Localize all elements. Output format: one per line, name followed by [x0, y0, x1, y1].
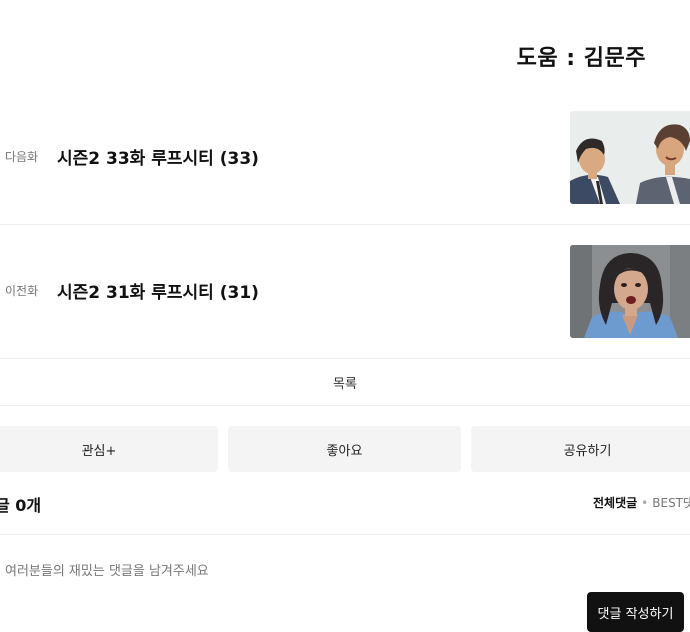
favorite-button[interactable]: 관심+ — [0, 426, 218, 472]
episode-list-label: 목록 — [333, 377, 357, 392]
episode-list-button[interactable]: 목록 — [0, 359, 690, 406]
comment-sort: 전체댓글 • BEST댓 — [593, 494, 690, 511]
helper-credit: 도움 : 김문주 — [516, 46, 646, 71]
comment-header: 글 0개 전체댓글 • BEST댓 — [0, 482, 690, 535]
next-episode-link[interactable]: 다음화 시즌2 33화 루프시티 (33) — [0, 90, 690, 225]
sort-separator: • — [641, 496, 649, 510]
prev-episode-title[interactable]: 시즌2 31화 루프시티 (31) — [57, 278, 259, 303]
woman-thumbnail-image — [570, 245, 690, 338]
comment-input[interactable]: 여러분들의 재밌는 댓글을 남겨주세요 — [5, 560, 209, 579]
share-button[interactable]: 공유하기 — [471, 426, 690, 472]
prev-episode-thumbnail[interactable] — [570, 245, 690, 338]
comment-count: 글 0개 — [0, 496, 42, 515]
like-button[interactable]: 좋아요 — [228, 426, 461, 472]
next-episode-title[interactable]: 시즌2 33화 루프시티 (33) — [57, 144, 259, 169]
next-episode-label: 다음화 — [5, 150, 39, 164]
write-comment-button[interactable]: 댓글 작성하기 — [587, 592, 684, 632]
next-episode-thumbnail[interactable] — [570, 111, 690, 204]
prev-episode-label: 이전화 — [5, 284, 39, 298]
sort-all-comments-tab[interactable]: 전체댓글 — [593, 496, 637, 510]
two-men-thumbnail-image — [570, 111, 690, 204]
sort-best-comments-tab[interactable]: BEST댓 — [652, 496, 690, 510]
prev-episode-link[interactable]: 이전화 시즌2 31화 루프시티 (31) — [0, 224, 690, 359]
